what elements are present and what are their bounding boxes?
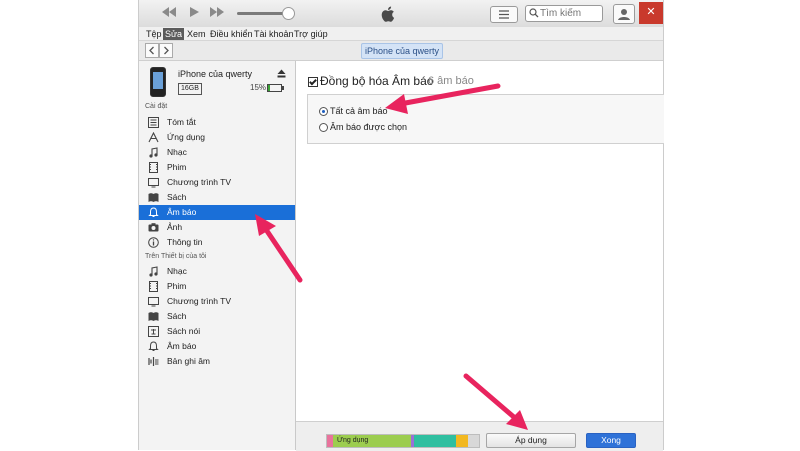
arrow-to-apply-button <box>463 373 528 430</box>
arrow-to-all-tones <box>385 83 501 114</box>
annotation-arrows <box>255 83 528 430</box>
arrow-to-tones-item <box>255 214 303 283</box>
